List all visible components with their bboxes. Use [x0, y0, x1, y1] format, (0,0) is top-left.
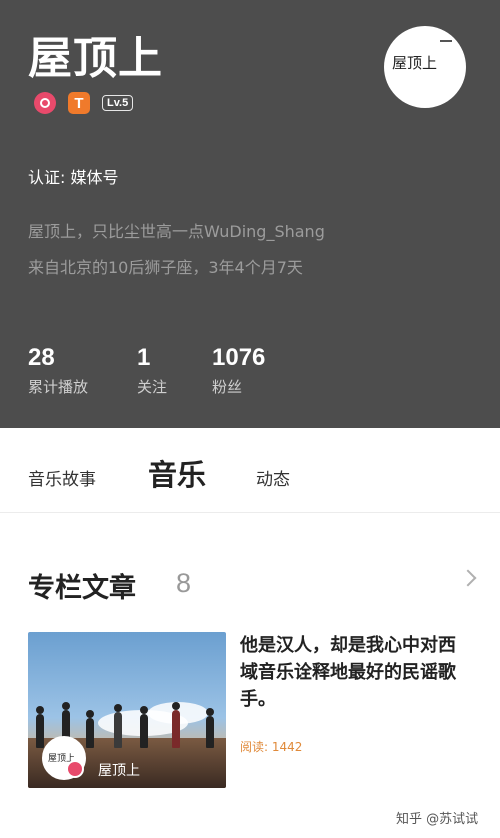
section-title[interactable]: 专栏文章 — [28, 566, 136, 605]
stat-value: 1 — [137, 344, 151, 371]
avatar-stamp-icon — [440, 40, 452, 48]
toutiao-badge-icon[interactable]: T — [68, 92, 90, 114]
stat-label: 关注 — [137, 378, 168, 396]
stat-label: 累计播放 — [28, 378, 89, 396]
tab-dynamic[interactable]: 动态 — [256, 465, 290, 490]
bio-line-1: 屋顶上，只比尘世高一点WuDing_Shang — [28, 222, 325, 241]
tab-divider — [0, 512, 500, 513]
thumbnail-label: 屋顶上 — [98, 763, 140, 779]
creator-badge-icon[interactable] — [34, 92, 56, 114]
bio-line-2: 来自北京的10后狮子座，3年4个月7天 — [28, 258, 303, 277]
certification-label: 认证: 媒体号 — [28, 168, 119, 187]
watermark: 知乎 @苏试试 — [396, 812, 479, 827]
stat-label: 粉丝 — [212, 378, 243, 396]
stat-value: 1076 — [212, 344, 266, 371]
avatar[interactable]: 屋顶上 — [384, 26, 466, 108]
stat-following[interactable]: 1 关注 — [137, 344, 167, 397]
avatar-logo-text: 屋顶上 — [392, 54, 438, 72]
tab-music[interactable]: 音乐 — [148, 452, 206, 494]
chevron-right-icon[interactable] — [459, 569, 477, 587]
stat-plays[interactable]: 28 累计播放 — [28, 344, 88, 397]
article-title[interactable]: 他是汉人，却是我心中对西域音乐诠释地最好的民谣歌手。 — [240, 632, 472, 713]
profile-name: 屋顶上 — [28, 33, 163, 84]
tab-music-story[interactable]: 音乐故事 — [28, 465, 96, 490]
badge-row: T Lv.5 — [34, 92, 134, 114]
article-read-count: 阅读: 1442 — [240, 740, 303, 754]
profile-header: 屋顶上 T Lv.5 屋顶上 认证: 媒体号 屋顶上，只比尘世高一点WuDing… — [0, 0, 500, 428]
article-thumbnail[interactable]: 屋顶上 屋顶上 — [28, 632, 226, 788]
stat-fans[interactable]: 1076 粉丝 — [212, 344, 265, 397]
thumbnail-badge-icon — [66, 760, 84, 778]
stat-value: 28 — [28, 344, 55, 371]
section-count: 8 — [176, 568, 192, 598]
level-badge[interactable]: Lv.5 — [102, 95, 134, 111]
